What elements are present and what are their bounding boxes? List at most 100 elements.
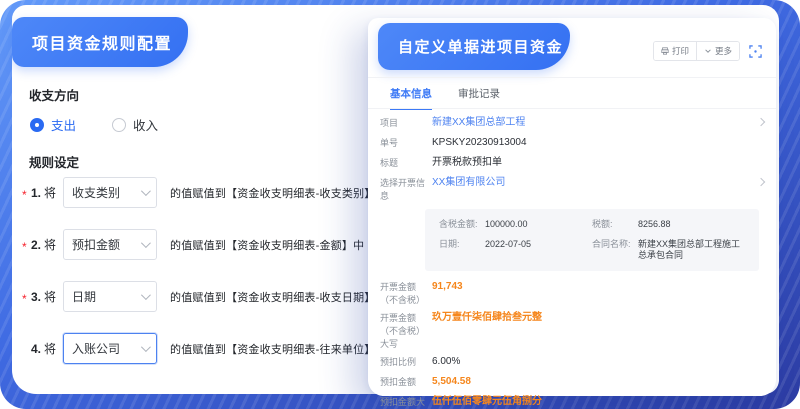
document-tabs: 基本信息 审批记录	[390, 86, 500, 110]
field-row-title: 标题 开票税款预扣单	[380, 156, 768, 170]
doc-no-value: KPSKY20230913004	[432, 136, 527, 149]
toolbar-button-group: 打印 更多	[653, 41, 740, 61]
invoice-summary-box: 含税金额: 100000.00 日期: 2022-07-05 税额: 8256.…	[425, 209, 759, 271]
printer-icon	[661, 47, 669, 55]
chevron-right-icon[interactable]	[757, 118, 765, 126]
field-row-invoice-info: 选择开票信息 XX集团有限公司	[380, 176, 768, 203]
field-label: 预扣金额	[380, 375, 432, 389]
rule-field-selected-value: 入账公司	[72, 340, 120, 357]
field-row-invoice-amount-caps: 开票金额（不含税）大写 玖万壹仟柒佰肆拾叁元整	[380, 311, 768, 351]
chevron-down-icon	[141, 342, 151, 352]
field-label: 含税金额:	[439, 219, 485, 230]
project-link[interactable]: 新建XX集团总部工程	[432, 116, 525, 129]
document-form: 项目 新建XX集团总部工程 单号 KPSKY20230913004 标题 开票税…	[380, 116, 768, 409]
rule-row-3: * 3. 将 日期 的值赋值到【资金收支明细表-收支日期】中	[22, 281, 387, 312]
rule-field-selected-value: 日期	[72, 288, 96, 305]
print-button[interactable]: 打印	[654, 42, 696, 60]
direction-label: 收支方向	[29, 85, 79, 104]
rule-verb: 将	[44, 340, 56, 357]
field-label: 预扣比例	[380, 355, 432, 369]
withhold-amount-value: 5,504.58	[432, 375, 471, 388]
contract-name-value: 新建XX集团总部工程施工总承包合同	[638, 239, 745, 261]
field-row-withhold-amount: 预扣金额 5,504.58	[380, 375, 768, 389]
invoice-amount-caps-value: 玖万壹仟柒佰肆拾叁元整	[432, 311, 542, 324]
rule-number: 3.	[31, 290, 41, 304]
title-value: 开票税款预扣单	[432, 156, 502, 169]
radio-income-label: 收入	[133, 115, 158, 134]
rule-description: 的值赋值到【资金收支明细表-收支日期】中	[170, 289, 387, 305]
rule-field-select-1[interactable]: 收支类别	[63, 177, 157, 208]
tab-basic-info[interactable]: 基本信息	[390, 86, 432, 110]
rule-field-select-4[interactable]: 入账公司	[63, 333, 157, 364]
tax-included-amount-value: 100000.00	[485, 219, 528, 230]
document-panel: 自定义单据进项目资金 打印 更多 基本信息 审批记录	[368, 18, 776, 396]
required-asterisk: *	[22, 288, 31, 306]
more-button-label: 更多	[715, 45, 732, 57]
rule-description: 的值赋值到【资金收支明细表-收支类别】中	[170, 185, 387, 201]
rule-verb: 将	[44, 236, 56, 253]
invoice-amount-value: 91,743	[432, 280, 463, 293]
rule-description: 的值赋值到【资金收支明细表-金额】中	[170, 237, 364, 253]
chevron-right-icon[interactable]	[757, 178, 765, 186]
withhold-amount-caps-value: 伍仟伍佰零肆元伍角捌分	[432, 395, 542, 408]
rule-field-selected-value: 收支类别	[72, 184, 120, 201]
field-row-doc-no: 单号 KPSKY20230913004	[380, 136, 768, 150]
radio-expense-label: 支出	[51, 115, 76, 134]
field-row-project: 项目 新建XX集团总部工程	[380, 116, 768, 130]
required-asterisk-empty	[22, 347, 31, 351]
field-label: 开票金额（不含税）大写	[380, 311, 432, 351]
rule-row-2: * 2. 将 预扣金额 的值赋值到【资金收支明细表-金额】中	[22, 229, 387, 260]
invoice-date-row: 日期: 2022-07-05	[439, 239, 592, 250]
print-button-label: 打印	[672, 45, 689, 57]
chevron-down-icon	[141, 290, 151, 300]
right-panel-ribbon: 自定义单据进项目资金	[378, 23, 570, 70]
header-divider	[368, 77, 776, 78]
rule-verb: 将	[44, 288, 56, 305]
invoice-tax-row: 税额: 8256.88	[592, 219, 745, 230]
field-label: 合同名称:	[592, 239, 638, 261]
field-label: 项目	[380, 116, 432, 130]
required-asterisk: *	[22, 184, 31, 202]
rule-description: 的值赋值到【资金收支明细表-往来单位】中	[170, 341, 387, 357]
withhold-ratio-value: 6.00%	[432, 355, 460, 368]
field-label: 标题	[380, 156, 432, 170]
invoice-date-value: 2022-07-05	[485, 239, 531, 250]
chevron-down-icon	[141, 238, 151, 248]
field-row-invoice-amount: 开票金额（不含税） 91,743	[380, 280, 768, 307]
more-button[interactable]: 更多	[696, 42, 739, 60]
invoice-summary-right-column: 税额: 8256.88 合同名称: 新建XX集团总部工程施工总承包合同	[592, 219, 745, 261]
rule-field-selected-value: 预扣金额	[72, 236, 120, 253]
rule-row-4: 4. 将 入账公司 的值赋值到【资金收支明细表-往来单位】中	[22, 333, 387, 364]
rule-field-select-2[interactable]: 预扣金额	[63, 229, 157, 260]
fullscreen-icon[interactable]	[749, 45, 762, 58]
radio-expense[interactable]: 支出	[30, 115, 76, 134]
document-toolbar: 打印 更多	[653, 41, 762, 61]
radio-income[interactable]: 收入	[112, 115, 158, 134]
radio-selected-icon	[30, 118, 44, 132]
right-panel-title: 自定义单据进项目资金	[398, 36, 563, 57]
rule-row-1: * 1. 将 收支类别 的值赋值到【资金收支明细表-收支类别】中	[22, 177, 387, 208]
field-row-withhold-amount-caps: 预扣金额大写 伍仟伍佰零肆元伍角捌分	[380, 395, 768, 409]
tax-amount-value: 8256.88	[638, 219, 671, 230]
direction-radio-group: 支出 收入	[30, 115, 158, 134]
rule-number: 4.	[31, 342, 41, 356]
left-panel-title: 项目资金规则配置	[32, 30, 172, 54]
chevron-down-icon	[141, 186, 151, 196]
invoice-info-link[interactable]: XX集团有限公司	[432, 176, 505, 189]
field-label: 预扣金额大写	[380, 395, 432, 409]
field-label: 开票金额（不含税）	[380, 280, 432, 307]
rules-section-label: 规则设定	[29, 152, 79, 171]
rule-field-select-3[interactable]: 日期	[63, 281, 157, 312]
rules-list: * 1. 将 收支类别 的值赋值到【资金收支明细表-收支类别】中 * 2. 将 …	[22, 177, 387, 385]
required-asterisk: *	[22, 236, 31, 254]
field-label: 选择开票信息	[380, 176, 432, 203]
left-panel-ribbon: 项目资金规则配置	[12, 17, 188, 67]
contract-name-row: 合同名称: 新建XX集团总部工程施工总承包合同	[592, 239, 745, 261]
field-label: 日期:	[439, 239, 485, 250]
tab-approval-log[interactable]: 审批记录	[458, 86, 500, 110]
rule-number: 2.	[31, 238, 41, 252]
invoice-summary-left-column: 含税金额: 100000.00 日期: 2022-07-05	[439, 219, 592, 261]
field-label: 单号	[380, 136, 432, 150]
invoice-tax-included-row: 含税金额: 100000.00	[439, 219, 592, 230]
field-row-withhold-ratio: 预扣比例 6.00%	[380, 355, 768, 369]
